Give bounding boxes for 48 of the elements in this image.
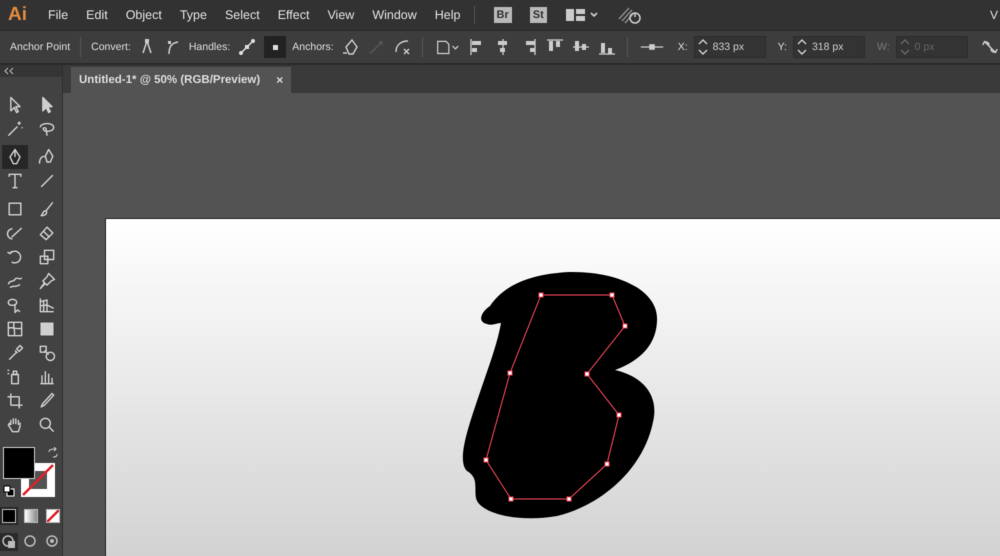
collapse-icon[interactable] (4, 67, 14, 75)
menu-item[interactable]: Select (216, 8, 269, 22)
sync-icon[interactable] (616, 5, 643, 25)
stepper-icon[interactable] (796, 37, 808, 57)
menu-item[interactable]: Type (170, 8, 216, 22)
handles-label: Handles: (188, 41, 230, 53)
tool-name-label: Anchor Point (10, 41, 70, 53)
menu-item[interactable]: File (39, 8, 78, 22)
gradient-mode-button[interactable] (22, 507, 40, 525)
menu-item[interactable]: Effect (268, 8, 318, 22)
blend-icon (37, 343, 57, 363)
menu-item[interactable]: Object (116, 8, 171, 22)
draw-mode-icon[interactable] (0, 533, 18, 551)
menu-item[interactable]: Window (363, 8, 426, 22)
coordinate-field[interactable]: 318 px (792, 36, 865, 58)
swap-icon[interactable] (47, 447, 59, 459)
pin-icon (37, 271, 57, 291)
document-tab[interactable]: Untitled-1* @ 50% (RGB/Preview) × (71, 67, 292, 93)
field-label: Y: (778, 41, 787, 53)
menu-item[interactable]: Edit (77, 8, 117, 22)
wand-icon (5, 119, 25, 139)
menu-item[interactable]: V (990, 8, 998, 22)
menu-item[interactable]: View (318, 8, 364, 22)
field-label: X: (678, 41, 688, 53)
app-badge[interactable]: St (530, 7, 547, 23)
field-label: W: (876, 41, 890, 53)
color-mode-button[interactable] (0, 507, 18, 525)
scale-icon (37, 247, 57, 267)
handles-icon (237, 37, 258, 57)
anchors-label: Anchors: (292, 41, 334, 53)
app-badge[interactable]: Br (494, 7, 512, 23)
mesh-icon (5, 319, 25, 339)
coordinate-field[interactable]: 833 px (694, 36, 766, 58)
stepper-icon[interactable] (696, 37, 709, 57)
fill-swatch[interactable] (3, 447, 35, 479)
zoom-icon (37, 415, 57, 435)
tool-button[interactable] (2, 145, 28, 169)
menu-item[interactable]: Help (426, 8, 470, 22)
artboard-icon (5, 391, 25, 411)
default-colors-icon[interactable] (3, 485, 15, 497)
workspace-icon[interactable] (564, 7, 599, 23)
hide-handles-button[interactable] (264, 36, 286, 58)
app-logo: Ai (8, 4, 27, 26)
none-mode-button[interactable] (44, 507, 62, 525)
close-button[interactable]: × (276, 73, 284, 87)
anchor-point-icon (272, 44, 278, 50)
convert-label: Convert: (91, 41, 131, 53)
selected-path[interactable] (484, 292, 628, 502)
